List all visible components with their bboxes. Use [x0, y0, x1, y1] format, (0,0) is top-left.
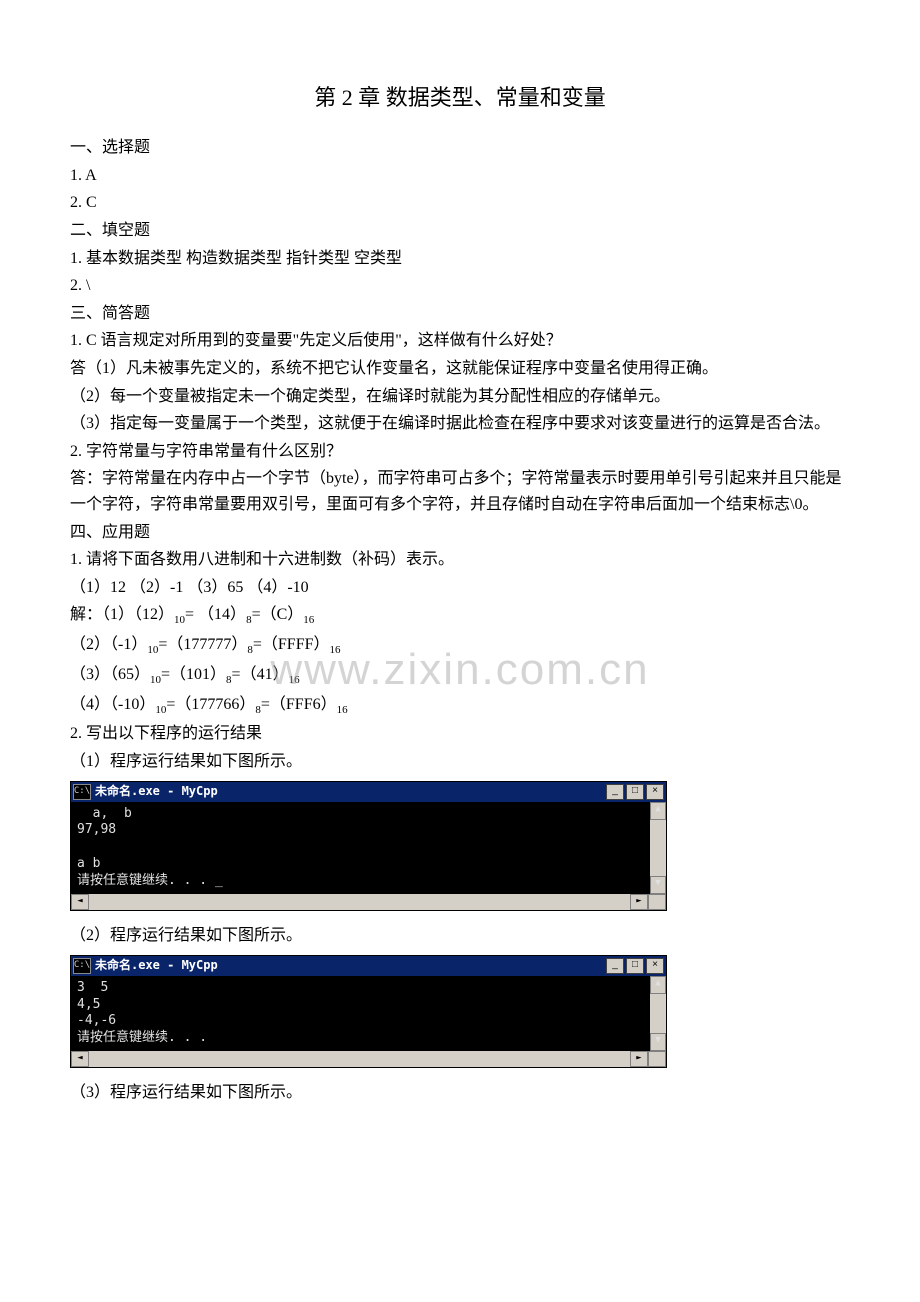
section3-heading: 三、简答题: [70, 301, 850, 327]
scroll-left-icon[interactable]: ◄: [71, 894, 89, 910]
sol-label: 解：: [70, 606, 102, 623]
section3-q2: 2. 字符常量与字符串常量有什么区别？: [70, 439, 850, 465]
scroll-up-icon[interactable]: ▲: [650, 976, 666, 994]
console-window-2: C:\ 未命名.exe - MyCpp _ □ × 3 5 4,5 -4,-6 …: [70, 955, 667, 1069]
sol2-mid2: =（FFFF）: [253, 636, 330, 653]
cmd-icon: C:\: [73, 958, 91, 974]
console-output: 3 5 4,5 -4,-6 请按任意键继续. . .: [71, 976, 650, 1052]
minimize-button[interactable]: _: [606, 784, 624, 800]
close-button[interactable]: ×: [646, 784, 664, 800]
sol2-s1: 10: [147, 644, 158, 656]
horizontal-scrollbar[interactable]: ◄ ►: [71, 894, 666, 910]
sol2-pre: （2）（-1）: [70, 636, 147, 653]
scroll-track[interactable]: [650, 820, 666, 876]
solution-line2: （2）（-1）10=（177777）8=（FFFF）16: [70, 632, 850, 660]
vertical-scrollbar[interactable]: ▲ ▼: [650, 802, 666, 894]
section3-a1-2: （2）每一个变量被指定未一个确定类型，在编译时就能为其分配性相应的存储单元。: [70, 384, 850, 410]
sol4-mid1: =（177766）: [166, 696, 255, 713]
close-button[interactable]: ×: [646, 958, 664, 974]
section1-q2: 2. C: [70, 190, 850, 216]
titlebar[interactable]: C:\ 未命名.exe - MyCpp _ □ ×: [71, 956, 666, 976]
solution-line3: （3）（65）10=（101）8=（41）16: [70, 662, 850, 690]
sol1-mid1: = （14）: [185, 606, 246, 623]
scroll-up-icon[interactable]: ▲: [650, 802, 666, 820]
titlebar[interactable]: C:\ 未命名.exe - MyCpp _ □ ×: [71, 782, 666, 802]
scroll-track[interactable]: [89, 894, 630, 910]
maximize-button[interactable]: □: [626, 784, 644, 800]
sol4-s1: 10: [155, 704, 166, 716]
scroll-left-icon[interactable]: ◄: [71, 1051, 89, 1067]
section3-a1-3: （3）指定每一变量属于一个类型，这就便于在编译时据此检查在程序中要求对该变量进行…: [70, 411, 850, 437]
section3-a2: 答：字符常量在内存中占一个字节（byte），而字符串可占多个；字符常量表示时要用…: [70, 466, 850, 517]
resize-grip[interactable]: [648, 894, 666, 910]
sol3-pre: （3）（65）: [70, 666, 150, 683]
vertical-scrollbar[interactable]: ▲ ▼: [650, 976, 666, 1052]
sol3-mid2: =（41）: [232, 666, 289, 683]
window-title: 未命名.exe - MyCpp: [95, 956, 606, 975]
console-output: a, b 97,98 a b 请按任意键继续. . . _: [71, 802, 650, 894]
sol4-pre: （4）（-10）: [70, 696, 155, 713]
section4-heading: 四、应用题: [70, 520, 850, 546]
resize-grip[interactable]: [648, 1051, 666, 1067]
scroll-right-icon[interactable]: ►: [630, 894, 648, 910]
sol4-s3: 16: [337, 704, 348, 716]
section3-q1: 1. C 语言规定对所用到的变量要"先定义后使用"，这样做有什么好处？: [70, 328, 850, 354]
scroll-track[interactable]: [650, 994, 666, 1034]
sol2-s3: 16: [330, 644, 341, 656]
section4-q2: 2. 写出以下程序的运行结果: [70, 721, 850, 747]
sol3-mid1: =（101）: [161, 666, 226, 683]
section2-line1: 1. 基本数据类型 构造数据类型 指针类型 空类型: [70, 246, 850, 272]
sol1-mid2: =（C）: [252, 606, 304, 623]
scroll-down-icon[interactable]: ▼: [650, 876, 666, 894]
section1-heading: 一、选择题: [70, 135, 850, 161]
r2-label: （2）程序运行结果如下图所示。: [70, 923, 850, 949]
sol3-s3: 16: [289, 674, 300, 686]
r3-label: （3）程序运行结果如下图所示。: [70, 1080, 850, 1106]
sol1-s3: 16: [303, 614, 314, 626]
scroll-right-icon[interactable]: ►: [630, 1051, 648, 1067]
sol4-mid2: =（FFF6）: [261, 696, 337, 713]
console-window-1: C:\ 未命名.exe - MyCpp _ □ × a, b 97,98 a b…: [70, 781, 667, 911]
section1-q1: 1. A: [70, 163, 850, 189]
section3-a1-1: 答（1）凡未被事先定义的，系统不把它认作变量名，这就能保证程序中变量名使用得正确…: [70, 356, 850, 382]
section2-line2: 2. \: [70, 273, 850, 299]
solution-line1: 解：（1）（12）10= （14）8=（C）16: [70, 602, 850, 630]
page-title: 第 2 章 数据类型、常量和变量: [70, 80, 850, 115]
cmd-icon: C:\: [73, 784, 91, 800]
maximize-button[interactable]: □: [626, 958, 644, 974]
sol2-mid1: =（177777）: [158, 636, 247, 653]
section4-q1-items: （1）12 （2）-1 （3）65 （4）-10: [70, 575, 850, 601]
window-title: 未命名.exe - MyCpp: [95, 782, 606, 801]
scroll-down-icon[interactable]: ▼: [650, 1033, 666, 1051]
horizontal-scrollbar[interactable]: ◄ ►: [71, 1051, 666, 1067]
section4-q1: 1. 请将下面各数用八进制和十六进制数（补码）表示。: [70, 547, 850, 573]
section2-heading: 二、填空题: [70, 218, 850, 244]
sol3-s1: 10: [150, 674, 161, 686]
solution-line4: （4）（-10）10=（177766）8=（FFF6）16: [70, 692, 850, 720]
sol1-pre: （1）（12）: [102, 606, 174, 623]
r1-label: （1）程序运行结果如下图所示。: [70, 749, 850, 775]
scroll-track[interactable]: [89, 1051, 630, 1067]
sol1-s1: 10: [174, 614, 185, 626]
minimize-button[interactable]: _: [606, 958, 624, 974]
